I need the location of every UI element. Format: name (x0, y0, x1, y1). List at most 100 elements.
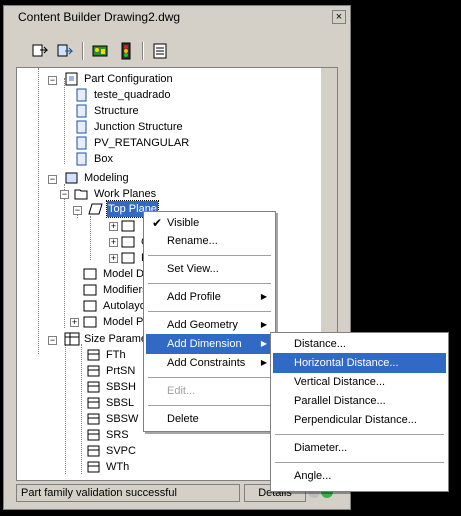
modeling-icon (64, 170, 80, 186)
tree-line (65, 344, 66, 474)
dimension-submenu: Distance... Horizontal Distance... Verti… (270, 332, 449, 492)
size-icon (74, 103, 90, 119)
context-menu: ✔ Visible Rename... Set View... Add Profi… (143, 211, 276, 432)
menu-item-horizontal-distance[interactable]: Horizontal Distance... (273, 353, 446, 373)
parameters-table-icon (64, 331, 80, 347)
menu-item-diameter[interactable]: Diameter... (273, 438, 446, 458)
tree-item-param-prtsn[interactable]: PrtSN (86, 363, 136, 379)
menu-item-set-view[interactable]: Set View... (146, 259, 273, 279)
submenu-arrow-icon: ▶ (260, 358, 267, 367)
menu-item-visible[interactable]: ✔ Visible (146, 213, 273, 233)
folder-icon (83, 282, 99, 298)
folder-icon (83, 314, 99, 330)
folder-open-icon (74, 186, 90, 202)
tree-item-autolayout[interactable]: Autolayo (83, 298, 147, 314)
work-plane-icon (88, 201, 104, 217)
menu-item-rename[interactable]: Rename... (146, 231, 273, 251)
catalog-icon[interactable] (90, 41, 110, 61)
toolbar-separator (142, 42, 144, 60)
size-icon (74, 87, 90, 103)
tree-line (90, 216, 91, 260)
folder-icon (121, 234, 137, 250)
tree-line (38, 68, 39, 354)
menu-item-distance[interactable]: Distance... (273, 334, 446, 354)
submenu-arrow-icon: ▶ (260, 292, 267, 301)
tree-item-box[interactable]: Box (74, 151, 114, 167)
tree-item-param-svpc[interactable]: SVPC (86, 443, 137, 459)
expand-toggle[interactable]: + (109, 222, 118, 231)
parameter-icon (86, 347, 102, 363)
menu-item-parallel-distance[interactable]: Parallel Distance... (273, 391, 446, 411)
menu-item-vertical-distance[interactable]: Vertical Distance... (273, 372, 446, 392)
parameter-icon (86, 459, 102, 475)
configuration-icon (64, 71, 80, 87)
parameter-icon (86, 379, 102, 395)
tree-item-param-sbsh[interactable]: SBSH (86, 379, 137, 395)
collapse-toggle[interactable]: − (60, 190, 69, 199)
collapse-toggle[interactable]: − (48, 76, 57, 85)
tree-item-junction-structure[interactable]: Junction Structure (74, 119, 184, 135)
menu-item-add-geometry[interactable]: Add Geometry ▶ (146, 315, 273, 335)
tree-item-param-sbsw[interactable]: SBSW (86, 411, 139, 427)
tree-item-param-fth[interactable]: FTh (86, 347, 127, 363)
publish-icon[interactable] (54, 41, 74, 61)
menu-separator (148, 405, 271, 406)
tree-item-modeling[interactable]: Modeling (64, 170, 130, 186)
menu-item-delete[interactable]: Delete (146, 409, 273, 429)
size-icon (74, 151, 90, 167)
submenu-arrow-icon: ▶ (260, 320, 267, 329)
collapse-toggle[interactable]: − (48, 175, 57, 184)
tree-item-teste-quadrado[interactable]: teste_quadrado (74, 87, 171, 103)
tree-item-pv-retangular[interactable]: PV_RETANGULAR (74, 135, 190, 151)
menu-separator (275, 434, 444, 435)
menu-item-edit: Edit... (167, 385, 196, 397)
toolbar (12, 39, 342, 63)
close-button[interactable]: × (332, 10, 346, 24)
submenu-arrow-icon: ▶ (260, 339, 267, 348)
folder-icon (83, 298, 99, 314)
tree-item-model-parameters[interactable]: Model Pa (83, 314, 150, 330)
size-icon (74, 135, 90, 151)
tree-item-param-wth[interactable]: WTh (86, 459, 130, 475)
tree-item-structure[interactable]: Structure (74, 103, 140, 119)
collapse-toggle[interactable]: − (73, 206, 82, 215)
tree-line (64, 184, 65, 328)
menu-separator (148, 255, 271, 256)
folder-icon (121, 218, 137, 234)
parameter-icon (86, 427, 102, 443)
folder-icon (121, 250, 137, 266)
tree-item-geometry-folder[interactable] (121, 218, 142, 234)
parameter-icon (86, 443, 102, 459)
menu-item-angle[interactable]: Angle... (273, 466, 446, 486)
tree-item-model-dimensions[interactable]: Model Di (83, 266, 147, 282)
window-title: Content Builder Drawing2.dwg (6, 8, 330, 26)
menu-separator (148, 311, 271, 312)
tree-line (64, 78, 65, 164)
expand-toggle[interactable]: + (109, 238, 118, 247)
menu-separator (148, 283, 271, 284)
menu-item-add-dimension[interactable]: Add Dimension ▶ (146, 334, 273, 354)
extract-icon[interactable] (30, 41, 50, 61)
menu-item-perpendicular-distance[interactable]: Perpendicular Distance... (273, 410, 446, 430)
expand-toggle[interactable]: + (70, 318, 79, 327)
tree-item-param-sbsl[interactable]: SBSL (86, 395, 135, 411)
checkmark-icon: ✔ (152, 216, 163, 230)
tree-item-modifiers[interactable]: Modifiers (83, 282, 149, 298)
menu-separator (148, 377, 271, 378)
tree-line (81, 344, 82, 474)
tree-item-work-planes[interactable]: Work Planes (74, 186, 157, 202)
menu-separator (275, 462, 444, 463)
expand-toggle[interactable]: + (109, 254, 118, 263)
tree-item-part-configuration[interactable]: Part Configuration (64, 71, 174, 87)
collapse-toggle[interactable]: − (48, 336, 57, 345)
toolbar-separator (82, 42, 84, 60)
parameter-icon (86, 363, 102, 379)
tree-item-param-srs[interactable]: SRS (86, 427, 130, 443)
traffic-light-icon[interactable] (116, 41, 136, 61)
parameter-icon (86, 395, 102, 411)
status-message: Part family validation successful (16, 484, 240, 502)
list-icon[interactable] (150, 41, 170, 61)
menu-item-add-constraints[interactable]: Add Constraints ▶ (146, 353, 273, 373)
tree-item-size-parameters[interactable]: Size Parame (64, 331, 148, 347)
menu-item-add-profile[interactable]: Add Profile ▶ (146, 287, 273, 307)
